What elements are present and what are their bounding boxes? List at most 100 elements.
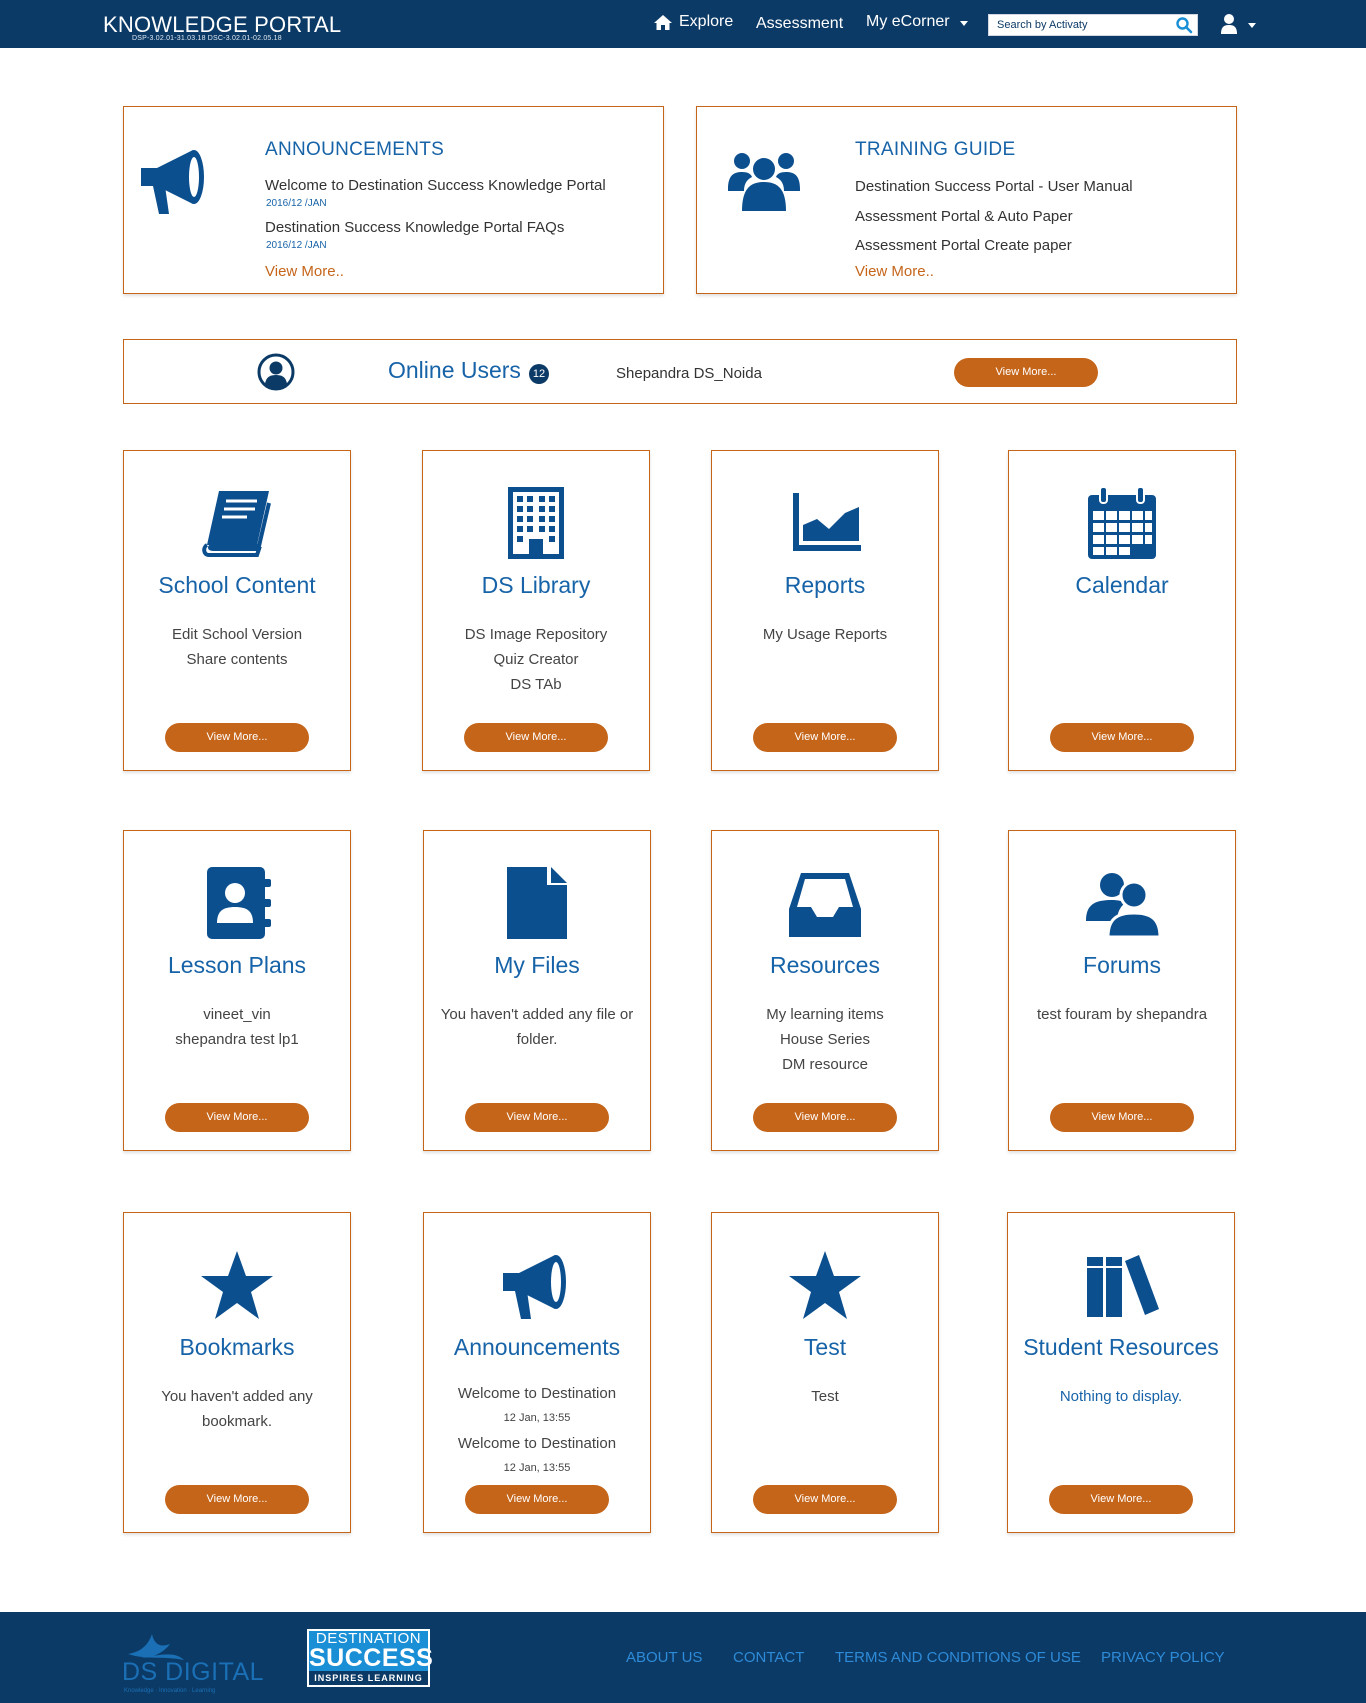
search-input[interactable]	[989, 15, 1169, 35]
card-item[interactable]: DM resource	[722, 1052, 928, 1077]
card-title[interactable]: DS Library	[423, 572, 649, 599]
ds-digital-logo-text: DS DIGITAL	[122, 1658, 265, 1686]
destination-success-logo[interactable]: DESTINATION SUCCESS INSPIRES LEARNING	[307, 1629, 434, 1687]
view-more-button[interactable]: View More...	[753, 1103, 897, 1132]
training-guide-link[interactable]: Destination Success Portal - User Manual	[855, 178, 1133, 195]
user-circle-icon	[257, 353, 295, 391]
view-more-button[interactable]: View More...	[1050, 1103, 1194, 1132]
card-item[interactable]: My learning items	[722, 1002, 928, 1027]
card-item-date: 12 Jan, 13:55	[503, 1462, 571, 1474]
card-item[interactable]: Edit School Version	[134, 622, 340, 647]
card-item[interactable]: Quiz Creator	[433, 647, 639, 672]
announcement-link[interactable]: Destination Success Knowledge Portal FAQ…	[265, 219, 564, 236]
card-item[interactable]: Test	[722, 1384, 928, 1409]
view-more-button[interactable]: View More...	[165, 1103, 309, 1132]
view-more-button[interactable]: View More...	[464, 723, 608, 752]
nav-explore-label: Explore	[679, 13, 734, 30]
card-title[interactable]: Forums	[1009, 952, 1235, 979]
card-item[interactable]: DS Image Repository	[433, 622, 639, 647]
card-title[interactable]: My Files	[424, 952, 650, 979]
card-announcements: Announcements Welcome to Destination 12 …	[423, 1212, 651, 1533]
card-title[interactable]: Announcements	[424, 1334, 650, 1361]
ds-digital-logo[interactable]: DS DIGITAL Knowledge · Innovation · Lear…	[122, 1622, 264, 1700]
card-title[interactable]: Lesson Plans	[124, 952, 350, 979]
view-more-button[interactable]: View More...	[465, 1103, 609, 1132]
user-icon	[1221, 14, 1237, 34]
card-lesson-plans: Lesson Plans vineet_vin shepandra test l…	[123, 830, 351, 1151]
megaphone-icon	[503, 1255, 566, 1319]
calendar-icon	[1088, 486, 1156, 559]
announcement-date: 2016/12 /JAN	[266, 198, 327, 209]
logo-line3: INSPIRES LEARNING	[309, 1671, 428, 1685]
card-item-date: 12 Jan, 13:55	[503, 1412, 571, 1424]
ds-digital-tagline: Knowledge · Innovation · Learning	[124, 1688, 216, 1694]
search-icon[interactable]	[1175, 16, 1193, 34]
nav-explore[interactable]: Explore	[653, 13, 733, 31]
nav-assessment[interactable]: Assessment	[756, 15, 843, 33]
card-ds-library: DS Library DS Image Repository Quiz Crea…	[422, 450, 650, 771]
training-guide-link[interactable]: Assessment Portal & Auto Paper	[855, 208, 1073, 225]
announcements-title: ANNOUNCEMENTS	[265, 139, 445, 160]
card-item[interactable]: House Series	[722, 1027, 928, 1052]
card-resources: Resources My learning items House Series…	[711, 830, 939, 1151]
announcements-panel: ANNOUNCEMENTS Welcome to Destination Suc…	[123, 106, 664, 294]
view-more-button[interactable]: View More...	[753, 723, 897, 752]
card-item[interactable]: DS TAb	[433, 672, 639, 697]
card-school-content: School Content Edit School Version Share…	[123, 450, 351, 771]
view-more-button[interactable]: View More...	[753, 1485, 897, 1514]
card-item[interactable]: test fouram by shepandra	[1019, 1002, 1225, 1027]
book-icon	[202, 491, 271, 557]
star-icon	[789, 1251, 861, 1319]
card-title[interactable]: School Content	[124, 572, 350, 599]
card-item: You haven't added any bookmark.	[161, 1388, 313, 1430]
card-item: Nothing to display.	[1059, 1388, 1183, 1405]
announcement-date: 2016/12 /JAN	[266, 240, 327, 251]
search-box	[988, 14, 1198, 36]
user-menu[interactable]	[1220, 13, 1256, 35]
card-item[interactable]: vineet_vin	[134, 1002, 340, 1027]
announcements-view-more[interactable]: View More..	[265, 263, 344, 280]
online-user-name[interactable]: Shepandra DS_Noida	[616, 365, 762, 382]
star-icon	[201, 1251, 273, 1319]
card-item[interactable]: Share contents	[134, 647, 340, 672]
card-forums: Forums test fouram by shepandra View Mor…	[1008, 830, 1236, 1151]
users-icon	[1086, 873, 1160, 939]
version-text: DSP-3.02.01-31.03.18 DSC-3.02.01-02.05.1…	[132, 35, 282, 42]
footer: DS DIGITAL Knowledge · Innovation · Lear…	[0, 1612, 1366, 1703]
card-title[interactable]: Student Resources	[1008, 1334, 1234, 1361]
inbox-icon	[789, 873, 861, 937]
megaphone-icon	[141, 150, 204, 214]
card-title[interactable]: Test	[712, 1334, 938, 1361]
card-reports: Reports My Usage Reports View More...	[711, 450, 939, 771]
view-more-button[interactable]: View More...	[165, 723, 309, 752]
view-more-button[interactable]: View More...	[165, 1485, 309, 1514]
building-icon	[508, 487, 564, 559]
card-test: Test Test View More...	[711, 1212, 939, 1533]
view-more-button[interactable]: View More...	[465, 1485, 609, 1514]
card-title[interactable]: Resources	[712, 952, 938, 979]
card-my-files: My Files You haven't added any file or f…	[423, 830, 651, 1151]
chevron-down-icon	[959, 20, 968, 26]
footer-link-contact[interactable]: CONTACT	[733, 1649, 804, 1666]
online-users-title: Online Users	[388, 357, 521, 383]
nav-ecorner-label: My eCorner	[866, 13, 950, 30]
nav-my-ecorner[interactable]: My eCorner	[866, 13, 968, 31]
card-item[interactable]: shepandra test lp1	[134, 1027, 340, 1052]
card-item[interactable]: My Usage Reports	[722, 622, 928, 647]
footer-link-privacy[interactable]: PRIVACY POLICY	[1101, 1649, 1225, 1666]
card-title[interactable]: Bookmarks	[124, 1334, 350, 1361]
card-item[interactable]: Welcome to Destination	[434, 1431, 640, 1456]
card-item[interactable]: Welcome to Destination	[434, 1381, 640, 1406]
training-guide-link[interactable]: Assessment Portal Create paper	[855, 237, 1072, 254]
logo-line2: SUCCESS	[309, 1644, 434, 1672]
footer-link-about-us[interactable]: ABOUT US	[626, 1649, 702, 1666]
users-group-icon	[728, 153, 800, 211]
view-more-button[interactable]: View More...	[1050, 723, 1194, 752]
card-title[interactable]: Reports	[712, 572, 938, 599]
card-title[interactable]: Calendar	[1009, 572, 1235, 599]
announcement-link[interactable]: Welcome to Destination Success Knowledge…	[265, 177, 606, 194]
training-guide-view-more[interactable]: View More..	[855, 263, 934, 280]
view-more-button[interactable]: View More...	[1049, 1485, 1193, 1514]
online-users-view-more-button[interactable]: View More...	[954, 358, 1098, 387]
footer-link-terms[interactable]: TERMS AND CONDITIONS OF USE	[835, 1649, 1081, 1666]
